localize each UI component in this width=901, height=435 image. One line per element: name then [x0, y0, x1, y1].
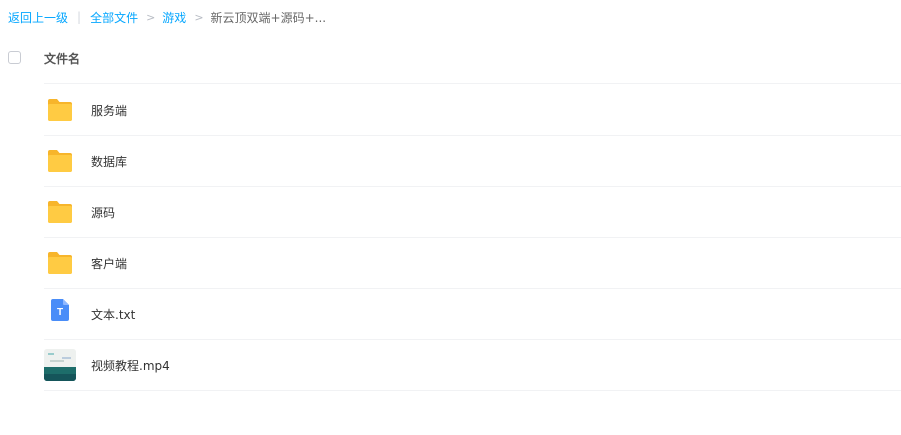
file-name[interactable]: 文本.txt — [91, 306, 135, 323]
file-name[interactable]: 服务端 — [91, 102, 127, 119]
file-name[interactable]: 源码 — [91, 204, 115, 221]
video-thumbnail — [44, 349, 76, 381]
breadcrumb-arrow: > — [194, 10, 204, 24]
file-row-server[interactable]: 服务端 — [0, 85, 901, 136]
file-name[interactable]: 视频教程.mp4 — [91, 357, 170, 374]
select-all-checkbox[interactable] — [8, 51, 21, 64]
file-browser: 返回上一级 | 全部文件 > 游戏 > 新云顶双端+源码+... 文件名 服务端 — [0, 0, 901, 435]
file-row-source[interactable]: 源码 — [0, 187, 901, 238]
header-divider — [44, 83, 901, 84]
file-row-client[interactable]: 客户端 — [0, 238, 901, 289]
breadcrumb-games[interactable]: 游戏 — [162, 9, 186, 26]
folder-icon — [46, 250, 74, 276]
breadcrumb-separator: | — [77, 10, 82, 24]
breadcrumb-all-files[interactable]: 全部文件 — [90, 9, 138, 26]
file-row-database[interactable]: 数据库 — [0, 136, 901, 187]
file-list: 服务端 数据库 源码 客户端 T 文本.txt 视频教程.mp4 — [0, 85, 901, 391]
folder-icon — [46, 97, 74, 123]
txt-icon-letter: T — [57, 307, 63, 318]
file-row-video[interactable]: 视频教程.mp4 — [0, 340, 901, 391]
breadcrumb-arrow: > — [146, 10, 156, 24]
folder-icon — [46, 199, 74, 225]
file-name[interactable]: 客户端 — [91, 255, 127, 272]
back-link[interactable]: 返回上一级 — [8, 9, 68, 26]
file-name[interactable]: 数据库 — [91, 153, 127, 170]
file-list-header: 文件名 — [0, 46, 901, 84]
txt-file-icon: T — [51, 299, 69, 321]
filename-column-header[interactable]: 文件名 — [44, 50, 80, 67]
folder-icon — [46, 148, 74, 174]
file-row-text[interactable]: T 文本.txt — [0, 289, 901, 340]
breadcrumb-current: 新云顶双端+源码+... — [210, 10, 327, 25]
breadcrumb: 返回上一级 | 全部文件 > 游戏 > 新云顶双端+源码+... — [8, 8, 326, 26]
